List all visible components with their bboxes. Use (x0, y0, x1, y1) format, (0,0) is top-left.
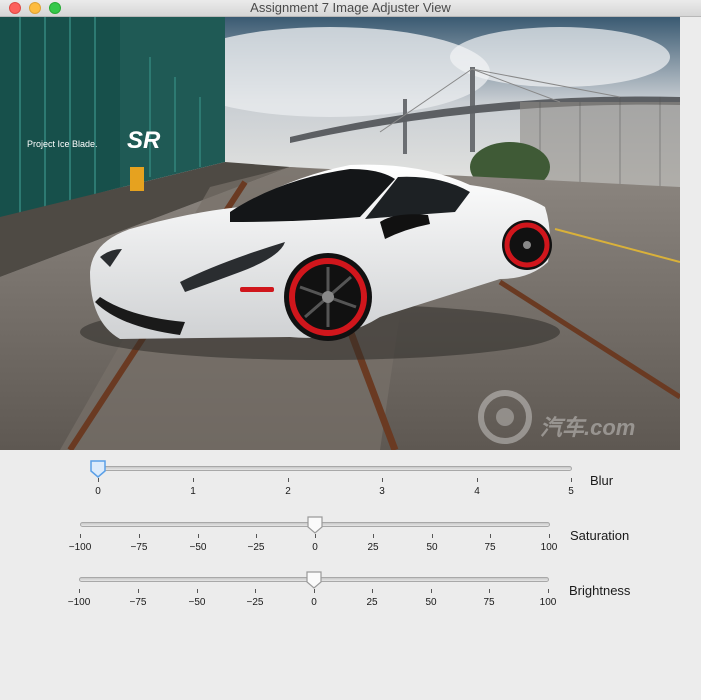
blur-slider-track[interactable] (97, 466, 572, 471)
brightness-tick-label: −75 (129, 597, 147, 608)
slider-thumb-icon (90, 460, 106, 478)
brightness-label: Brightness (569, 583, 631, 598)
saturation-tick-label: 75 (484, 542, 496, 553)
blur-label: Blur (590, 473, 614, 488)
brightness-tick-label: −25 (246, 597, 264, 608)
slider-thumb-icon (306, 571, 322, 589)
blur-tick (477, 478, 478, 482)
saturation-tick (490, 534, 491, 538)
blur-tick-label: 1 (190, 486, 196, 497)
blur-slider-thumb[interactable] (90, 460, 106, 478)
brightness-slider[interactable]: −100 −75 −50 −25 0 25 50 75 100 Brightne… (0, 571, 701, 621)
slider-thumb-icon (307, 516, 323, 534)
blur-tick (288, 478, 289, 482)
saturation-tick (256, 534, 257, 538)
blur-tick (98, 478, 99, 482)
saturation-slider-thumb[interactable] (307, 516, 323, 534)
brightness-tick (548, 589, 549, 593)
brightness-tick-label: 25 (366, 597, 378, 608)
saturation-slider[interactable]: −100 −75 −50 −25 0 25 50 75 100 Saturati… (0, 516, 701, 566)
image-caption: Project Ice Blade. (27, 139, 98, 149)
saturation-tick-label: −75 (130, 542, 148, 553)
brightness-tick (372, 589, 373, 593)
saturation-tick (198, 534, 199, 538)
brightness-tick (255, 589, 256, 593)
saturation-tick (432, 534, 433, 538)
blur-slider[interactable]: 0 1 2 3 4 5 Blur (0, 460, 701, 510)
brightness-tick (431, 589, 432, 593)
saturation-tick (80, 534, 81, 538)
blur-tick-label: 5 (568, 486, 574, 497)
brightness-tick-label: 75 (483, 597, 495, 608)
brightness-tick (138, 589, 139, 593)
brightness-tick-label: −100 (67, 597, 91, 608)
saturation-label: Saturation (570, 528, 630, 543)
blur-tick-label: 3 (379, 486, 385, 497)
image-preview: SR Project Ice Blade. 汽车.com (0, 17, 680, 450)
saturation-tick-label: −50 (189, 542, 207, 553)
saturation-tick (139, 534, 140, 538)
saturation-tick (373, 534, 374, 538)
brightness-tick-label: 0 (311, 597, 317, 608)
blur-tick (382, 478, 383, 482)
brightness-tick (79, 589, 80, 593)
sr-logo: SR (127, 127, 161, 154)
saturation-tick-label: 100 (540, 542, 558, 553)
brightness-tick-label: 50 (425, 597, 437, 608)
brightness-tick-label: 100 (539, 597, 557, 608)
title-bar: Assignment 7 Image Adjuster View (0, 0, 701, 17)
saturation-tick-label: 0 (312, 542, 318, 553)
saturation-tick-label: 25 (367, 542, 379, 553)
brightness-tick-label: −50 (188, 597, 206, 608)
saturation-tick-label: −100 (68, 542, 92, 553)
blur-tick-label: 4 (474, 486, 480, 497)
car-photo: SR (0, 17, 680, 450)
watermark: 汽车.com (540, 415, 636, 440)
brightness-tick (314, 589, 315, 593)
blur-tick (193, 478, 194, 482)
saturation-tick (549, 534, 550, 538)
controls-panel: 0 1 2 3 4 5 Blur −100 −75 −50 −25 0 25 5… (0, 450, 701, 700)
blur-tick-label: 0 (95, 486, 101, 497)
saturation-tick (315, 534, 316, 538)
window-title: Assignment 7 Image Adjuster View (250, 0, 451, 15)
blur-tick (571, 478, 572, 482)
brightness-tick (197, 589, 198, 593)
saturation-tick-label: −25 (247, 542, 265, 553)
brightness-slider-thumb[interactable] (306, 571, 322, 589)
brightness-tick (489, 589, 490, 593)
blur-tick-label: 2 (285, 486, 291, 497)
saturation-tick-label: 50 (426, 542, 438, 553)
